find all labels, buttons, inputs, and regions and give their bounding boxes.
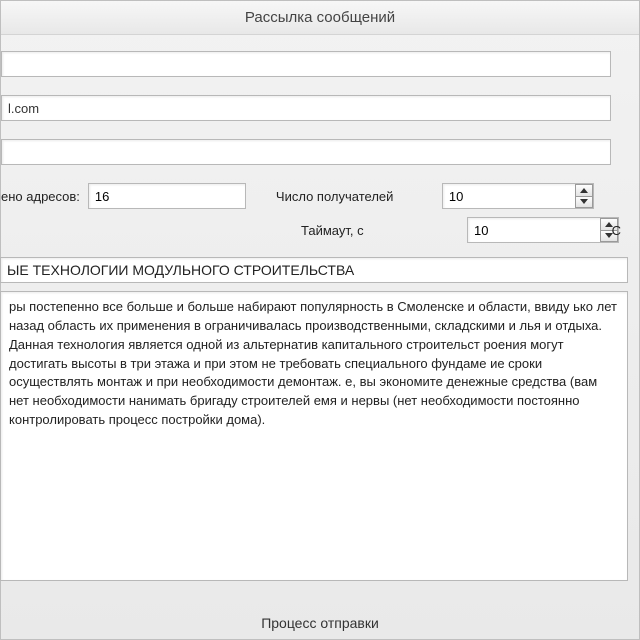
recipients-down-button[interactable] — [575, 197, 593, 209]
timeout-label: Таймаут, с — [301, 223, 459, 238]
cut-label-right: С — [612, 223, 621, 238]
body-text: ры постепенно все больше и больше набира… — [9, 299, 617, 427]
loaded-addresses-label: ено адресов: — [1, 189, 80, 204]
mail-dialog: Рассылка сообщений ено адресов: Число по… — [0, 0, 640, 640]
body-textarea[interactable]: ры постепенно все больше и больше набира… — [0, 291, 628, 581]
loaded-addresses-input[interactable] — [88, 183, 246, 209]
counts-row-2: Таймаут, с С — [1, 217, 627, 243]
window-title: Рассылка сообщений — [245, 9, 395, 26]
recipients-label: Число получателей — [276, 189, 434, 204]
from-input[interactable] — [1, 51, 611, 77]
recipients-input[interactable] — [442, 183, 594, 209]
counts-row-1: ено адресов: Число получателей — [1, 183, 627, 209]
titlebar: Рассылка сообщений — [1, 1, 639, 35]
chevron-up-icon — [580, 188, 588, 193]
content-area: ено адресов: Число получателей Таймаут, … — [1, 35, 639, 639]
subject-text: ЫЕ ТЕХНОЛОГИИ МОДУЛЬНОГО СТРОИТЕЛЬСТВА — [7, 262, 354, 278]
list-input[interactable] — [1, 139, 611, 165]
recipients-up-button[interactable] — [575, 184, 593, 197]
subject-input[interactable]: ЫЕ ТЕХНОЛОГИИ МОДУЛЬНОГО СТРОИТЕЛЬСТВА — [0, 257, 628, 283]
timeout-input[interactable] — [467, 217, 619, 243]
smtp-input[interactable] — [1, 95, 611, 121]
recipients-spinner[interactable] — [442, 183, 594, 209]
process-caption: Процесс отправки — [1, 615, 639, 631]
timeout-spinner[interactable] — [467, 217, 619, 243]
chevron-down-icon — [580, 199, 588, 204]
